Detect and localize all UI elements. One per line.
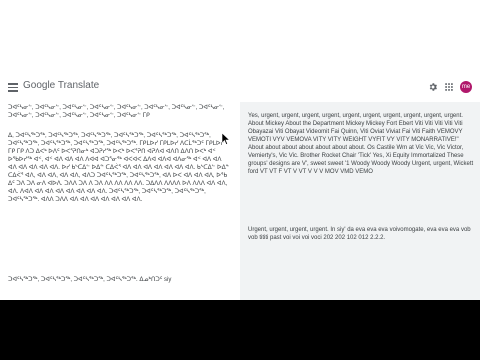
source-paragraph-3: ᑐᐊᑦᓴᖅᑐᖅ, ᑐᐊᑦᓴᖅᑐᖅ, ᑐᐊᑦᓴᖅᑐᖅ, ᑐᐊᑦᓴᖅᑐᖅ. ᐃᓄᒃᑎ…: [8, 277, 172, 283]
video-frame: Google Translate me ᑐᐊᑦᓴᓂᓪ, ᑐᐊᑦᓴᓂᓪ, ᑐᐊᑦᓴ…: [0, 0, 480, 360]
browser-viewport: Google Translate me ᑐᐊᑦᓴᓂᓪ, ᑐᐊᑦᓴᓂᓪ, ᑐᐊᑦᓴ…: [0, 0, 480, 300]
letterbox-bottom: [0, 300, 480, 360]
hamburger-menu-icon[interactable]: [8, 83, 18, 92]
translation-paragraph-2: Urgent, urgent, urgent, urgent. In siy' …: [248, 227, 471, 241]
avatar-initial: me: [461, 84, 471, 90]
translation-pane: Yes, urgent, urgent, urgent, urgent, urg…: [240, 102, 480, 300]
apps-grid-icon[interactable]: [444, 82, 454, 92]
avatar[interactable]: me: [460, 81, 472, 93]
gear-icon[interactable]: [428, 82, 438, 92]
translation-paragraph-1: Yes, urgent, urgent, urgent, urgent, urg…: [248, 113, 474, 175]
app-header: Google Translate me: [0, 74, 480, 103]
header-actions: me: [428, 81, 472, 93]
source-paragraph-1: ᑐᐊᑦᓴᓂᓪ, ᑐᐊᑦᓴᓂᓪ, ᑐᐊᑦᓴᓂᓪ, ᑐᐊᑦᓴᓂᓪ, ᑐᐊᑦᓴᓂᓪ, …: [8, 105, 225, 119]
source-text-pane[interactable]: ᑐᐊᑦᓴᓂᓪ, ᑐᐊᑦᓴᓂᓪ, ᑐᐊᑦᓴᓂᓪ, ᑐᐊᑦᓴᓂᓪ, ᑐᐊᑦᓴᓂᓪ, …: [0, 102, 240, 300]
mouse-cursor-icon: [221, 132, 231, 145]
source-paragraph-2: ᐃ, ᑐᐊᑦᓴᖅᑐᖅ, ᑐᐊᑦᓴᖅᑐᖅ, ᑐᐊᑦᓴᖅᑐᖅ, ᑐᐊᑦᓴᖅᑐᖅ, ᑐ…: [8, 133, 230, 203]
app-title-text: Google Translate: [23, 80, 100, 91]
app-title[interactable]: Google Translate: [23, 80, 99, 91]
